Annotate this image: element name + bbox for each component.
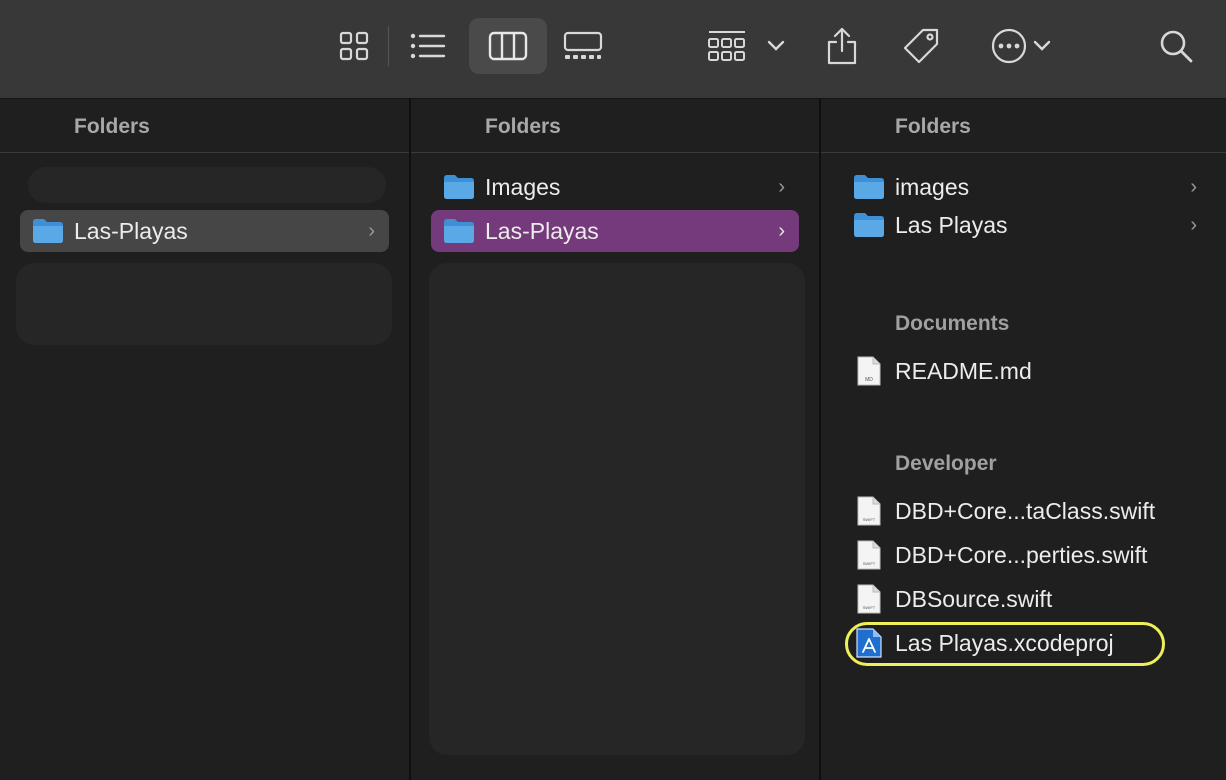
section-title-developer: Developer (895, 452, 997, 475)
placeholder-box (16, 263, 392, 345)
file-row-swift[interactable]: SWIFT DBD+Core...perties.swift (841, 534, 1211, 576)
finder-toolbar (0, 0, 1226, 99)
placeholder-row (28, 167, 386, 203)
folder-label: Las-Playas (485, 217, 599, 244)
folder-row-las-playas[interactable]: Las-Playas › (20, 210, 389, 252)
folder-icon (853, 173, 885, 201)
search-button[interactable] (1152, 18, 1200, 74)
folder-row-las-playas[interactable]: Las-Playas › (431, 210, 799, 252)
file-row-swift[interactable]: SWIFT DBSource.swift (841, 578, 1211, 620)
list-view-icon (410, 33, 446, 59)
chevron-right-icon: › (368, 220, 375, 242)
column-1: Folders Las-Playas › (0, 99, 409, 780)
column-header: Folders (0, 99, 409, 153)
swift-file-icon: SWIFT (853, 496, 885, 526)
column-header-label: Folders (74, 115, 150, 138)
placeholder-box (429, 263, 805, 755)
folder-label: Las-Playas (74, 217, 188, 244)
swift-file-icon: SWIFT (853, 540, 885, 570)
svg-text:MD: MD (865, 377, 873, 383)
folder-row-images[interactable]: Images › (431, 166, 799, 208)
search-icon (1160, 30, 1193, 63)
column-header-label: Folders (895, 115, 971, 138)
column-view-button[interactable] (469, 18, 547, 74)
svg-text:SWIFT: SWIFT (863, 517, 876, 522)
list-view-button[interactable] (404, 18, 452, 74)
chevron-right-icon: › (1190, 176, 1197, 198)
folder-icon (443, 173, 475, 201)
file-label: DBD+Core...perties.swift (895, 541, 1148, 568)
share-button[interactable] (818, 18, 866, 74)
chevron-right-icon: › (778, 176, 785, 198)
file-row-readme[interactable]: MD README.md (841, 350, 1211, 392)
gallery-view-button[interactable] (558, 18, 608, 74)
file-row-swift[interactable]: SWIFT DBD+Core...taClass.swift (841, 490, 1211, 532)
icon-view-grid-icon (339, 31, 369, 61)
document-icon: MD (853, 356, 885, 386)
folder-icon (32, 217, 64, 245)
svg-text:SWIFT: SWIFT (863, 561, 876, 566)
folder-label: images (895, 173, 970, 200)
tag-icon (903, 28, 939, 64)
highlight-annotation (845, 622, 1165, 666)
folder-row-images[interactable]: images › (841, 166, 1211, 208)
group-by-button[interactable] (706, 18, 786, 74)
folder-label: Las Playas (895, 211, 1008, 238)
chevron-right-icon: › (778, 220, 785, 242)
gallery-view-icon (563, 31, 603, 59)
column-header: Folders (411, 99, 819, 153)
folder-icon (853, 211, 885, 239)
column-view-icon (488, 31, 528, 61)
more-actions-button[interactable] (984, 18, 1058, 74)
section-title-documents: Documents (895, 312, 1010, 335)
folder-icon (443, 217, 475, 245)
column-header-label: Folders (485, 115, 561, 138)
tags-button[interactable] (896, 18, 946, 74)
chevron-down-icon (1033, 40, 1051, 51)
swift-file-icon: SWIFT (853, 584, 885, 614)
share-icon (827, 27, 857, 65)
toolbar-separator (388, 26, 389, 66)
chevron-down-icon (767, 40, 785, 51)
file-label: DBSource.swift (895, 585, 1053, 612)
column-browser: Folders Las-Playas › Folders Images › La… (0, 99, 1226, 780)
folder-label: Images (485, 173, 561, 200)
column-2: Folders Images › Las-Playas › (411, 99, 819, 780)
file-label: DBD+Core...taClass.swift (895, 497, 1156, 524)
column-header: Folders (821, 99, 1226, 153)
svg-text:SWIFT: SWIFT (863, 605, 876, 610)
column-3: Folders images › Las Playas › Documents … (821, 99, 1226, 780)
file-label: README.md (895, 357, 1032, 384)
group-by-icon (708, 31, 745, 61)
chevron-right-icon: › (1190, 214, 1197, 236)
icon-view-button[interactable] (330, 18, 378, 74)
more-actions-icon (991, 28, 1027, 64)
folder-row-las-playas[interactable]: Las Playas › (841, 204, 1211, 246)
